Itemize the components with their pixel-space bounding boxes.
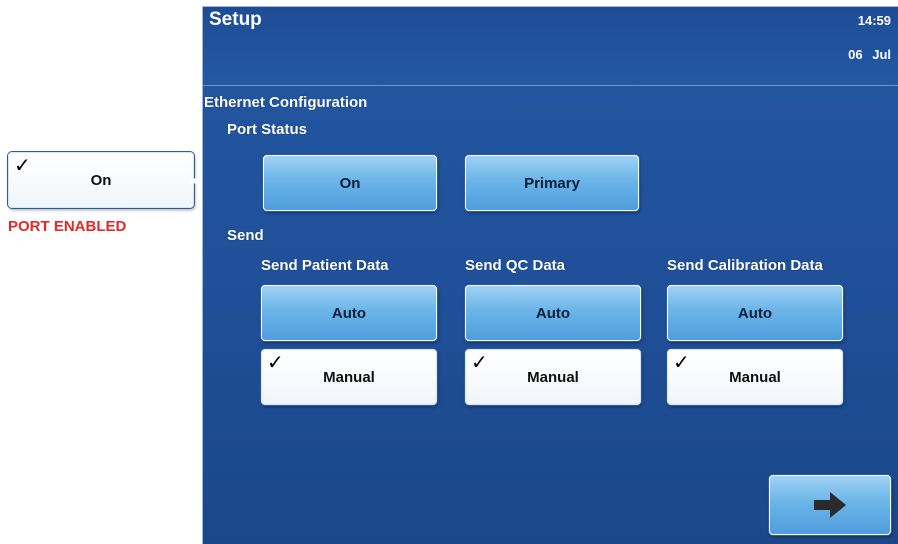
- port-primary-button[interactable]: Primary: [465, 155, 639, 211]
- right-arrow-icon: [814, 492, 846, 518]
- checkmark-icon: ✓: [267, 352, 284, 374]
- calibration-auto-button[interactable]: Auto: [667, 285, 843, 341]
- port-on-button[interactable]: On: [263, 155, 437, 211]
- patient-manual-button[interactable]: ✓ Manual: [261, 349, 437, 405]
- send-patient-data-heading: Send Patient Data: [261, 257, 389, 274]
- calibration-manual-label: Manual: [729, 368, 781, 386]
- calibration-manual-button[interactable]: ✓ Manual: [667, 349, 843, 405]
- port-primary-button-label: Primary: [524, 174, 580, 192]
- page: ✓ On PORT ENABLED Setup 14:59 06 Jul Eth…: [0, 0, 898, 544]
- patient-auto-label: Auto: [331, 304, 367, 322]
- annotation-on-button: ✓ On: [8, 152, 194, 208]
- clock-time: 14:59: [857, 13, 891, 28]
- title-bar: Setup 14:59 06 Jul: [203, 7, 898, 86]
- device-screen: Setup 14:59 06 Jul Ethernet Configuratio…: [202, 6, 898, 544]
- port-on-button-label: On: [339, 174, 361, 192]
- calibration-auto-label: Auto: [737, 304, 773, 322]
- next-button[interactable]: [769, 475, 891, 535]
- checkmark-icon: ✓: [14, 155, 31, 177]
- patient-auto-button[interactable]: Auto: [261, 285, 437, 341]
- patient-manual-label: Manual: [323, 368, 375, 386]
- annotation-caption: PORT ENABLED: [8, 218, 127, 235]
- clock-date: 06 Jul: [848, 47, 891, 62]
- qc-manual-label: Manual: [527, 368, 579, 386]
- send-label: Send: [227, 227, 264, 244]
- send-calibration-data-heading: Send Calibration Data: [667, 257, 823, 274]
- qc-manual-button[interactable]: ✓ Manual: [465, 349, 641, 405]
- send-qc-data-heading: Send QC Data: [465, 257, 566, 274]
- section-title: Ethernet Configuration: [204, 94, 368, 111]
- qc-auto-button[interactable]: Auto: [465, 285, 641, 341]
- qc-auto-label: Auto: [535, 304, 571, 322]
- page-title: Setup: [209, 9, 262, 30]
- checkmark-icon: ✓: [673, 352, 690, 374]
- annotation-button-label: On: [90, 171, 112, 189]
- port-status-label: Port Status: [227, 121, 308, 138]
- checkmark-icon: ✓: [471, 352, 488, 374]
